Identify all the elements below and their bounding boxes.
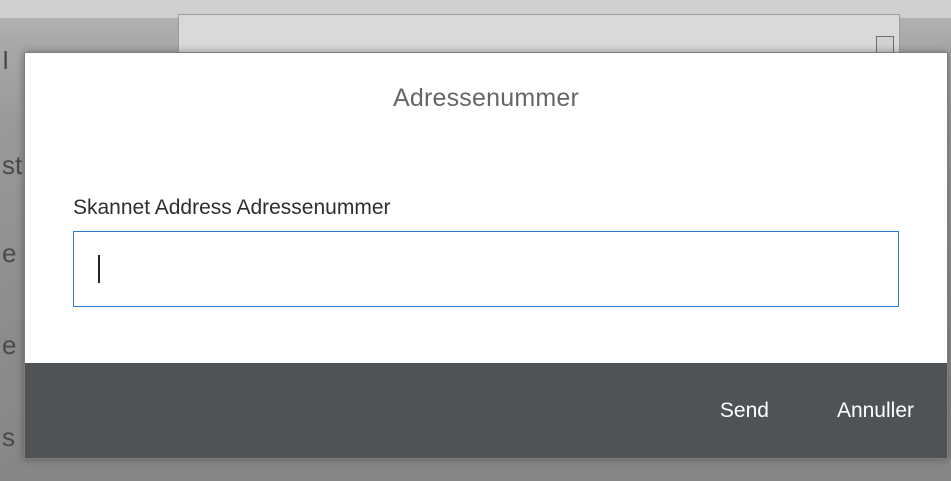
dialog-body: Skannet Address Adressenummer — [25, 143, 947, 363]
dialog-header: Adressenummer — [25, 53, 947, 143]
background-text-fragment: e — [2, 238, 17, 268]
address-number-dialog: Adressenummer Skannet Address Adressenum… — [24, 52, 948, 459]
scanned-address-label: Skannet Address Adressenummer — [73, 196, 391, 219]
background-text-fragment: s — [2, 422, 15, 452]
cancel-button[interactable]: Annuller — [837, 399, 914, 423]
text-cursor — [98, 255, 100, 283]
dialog-footer: Send Annuller — [25, 363, 947, 458]
background-input-field — [178, 14, 900, 56]
background-text-fragment: st — [2, 150, 23, 180]
send-button[interactable]: Send — [720, 399, 769, 423]
dialog-title: Adressenummer — [393, 83, 579, 112]
background-text-fragment: I — [2, 45, 10, 75]
background-text-fragment: e — [2, 330, 17, 360]
scanned-address-input[interactable] — [73, 231, 899, 307]
